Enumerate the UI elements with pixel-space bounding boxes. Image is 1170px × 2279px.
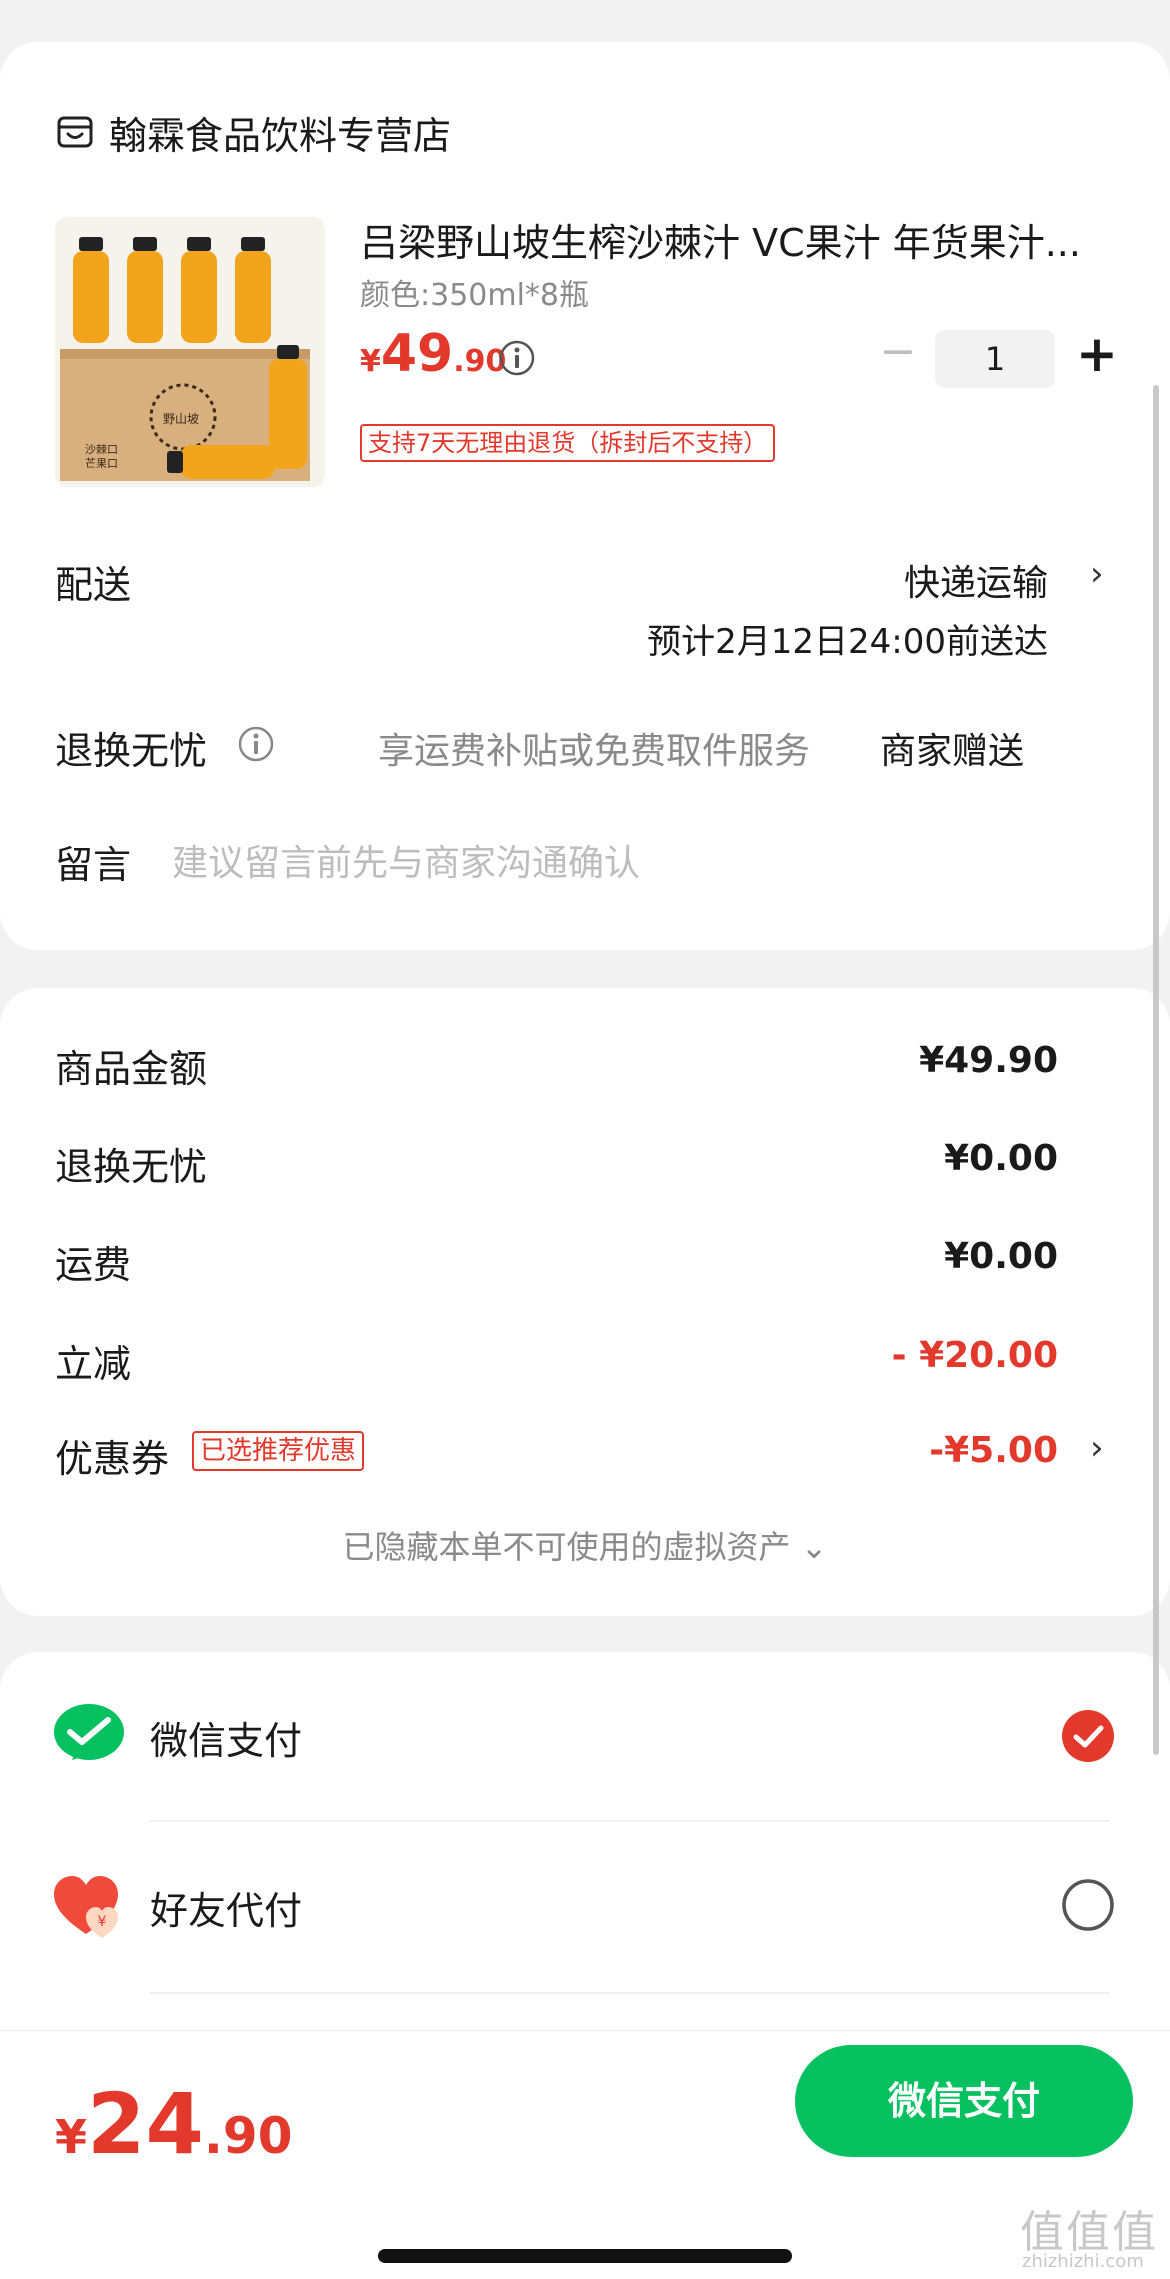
- delivery-eta: 预计2月12日24:00前送达: [647, 622, 1048, 662]
- checkout-footer: ¥ 24 .90 微信支付 值值值 zhizhizhi.com: [0, 2030, 1170, 2279]
- scrollbar[interactable]: [1153, 385, 1159, 1755]
- product-price: ¥ 49 .90: [360, 324, 506, 384]
- quantity-value[interactable]: 1: [935, 330, 1055, 388]
- delivery-method[interactable]: 快递运输: [904, 554, 1048, 606]
- total-price: ¥ 24 .90: [55, 2075, 293, 2173]
- coupon-chevron-icon[interactable]: ›: [1090, 1428, 1104, 1468]
- summary-worry-free-label: 退换无忧: [55, 1145, 208, 1189]
- friend-pay-radio-icon[interactable]: [1061, 1878, 1115, 1932]
- product-image-side-label: 沙棘口 芒果口: [85, 443, 118, 470]
- quantity-plus-button[interactable]: +: [1072, 325, 1122, 383]
- coupon-label[interactable]: 优惠券: [55, 1428, 169, 1483]
- worry-free-value: 商家赠送: [880, 731, 1025, 772]
- worry-free-info-icon[interactable]: [237, 725, 275, 763]
- svg-text:¥: ¥: [98, 1914, 107, 1930]
- price-symbol: ¥: [360, 344, 381, 379]
- note-input[interactable]: 建议留言前先与商家沟通确认: [172, 834, 1072, 886]
- price-integer: 49: [380, 324, 454, 384]
- note-label: 留言: [55, 843, 132, 887]
- delivery-chevron-icon[interactable]: ›: [1090, 554, 1104, 594]
- summary-shipping-value: ¥0.00: [944, 1236, 1058, 1277]
- watermark-url: zhizhizhi.com: [1022, 2251, 1144, 2272]
- wechat-pay-label: 微信支付: [150, 1719, 303, 1763]
- price-info-icon[interactable]: [498, 339, 536, 377]
- total-decimal: .90: [203, 2107, 293, 2165]
- coupon-recommended-tag: 已选推荐优惠: [192, 1431, 365, 1471]
- wechat-pay-icon: [52, 1702, 126, 1768]
- friend-pay-label: 好友代付: [150, 1889, 303, 1933]
- total-integer: 24: [87, 2075, 204, 2173]
- store-name: 翰霖食品饮料专营店: [109, 113, 452, 158]
- worry-free-label: 退换无忧: [55, 729, 208, 773]
- product-spec[interactable]: 颜色:350ml*8瓶: [360, 270, 589, 314]
- friend-pay-heart-icon: ¥: [52, 1874, 128, 1940]
- order-item-card: 翰霖食品饮料专营店 野山坡 沙棘口 芒果口 吕梁野山坡生榨沙棘汁 VC果汁 年货…: [0, 42, 1170, 950]
- return-policy-tag: 支持7天无理由退货（拆封后不支持）: [360, 424, 776, 462]
- price-summary-card: 商品金额 ¥49.90 退换无忧 ¥0.00 运费 ¥0.00 立减 - ¥20…: [0, 988, 1170, 1616]
- product-image-box-label: 野山坡: [163, 412, 200, 426]
- total-symbol: ¥: [55, 2110, 88, 2164]
- product-image[interactable]: 野山坡 沙棘口 芒果口: [55, 217, 325, 487]
- worry-free-description: 享运费补贴或免费取件服务: [378, 731, 811, 772]
- summary-discount-value: - ¥20.00: [891, 1335, 1058, 1376]
- top-bar: [0, 0, 1170, 20]
- payment-divider-bottom: [150, 1992, 1110, 1994]
- hidden-assets-toggle[interactable]: 已隐藏本单不可使用的虚拟资产 ⌄: [0, 1522, 1170, 1568]
- summary-worry-free-value: ¥0.00: [944, 1138, 1058, 1179]
- summary-shipping-label: 运费: [55, 1243, 132, 1287]
- store-header[interactable]: 翰霖食品饮料专营店: [55, 107, 452, 158]
- product-title[interactable]: 吕梁野山坡生榨沙棘汁 VC果汁 年货果汁...: [360, 212, 1120, 267]
- coupon-value[interactable]: -¥5.00: [929, 1430, 1058, 1471]
- quantity-minus-button[interactable]: −: [878, 327, 918, 377]
- store-icon: [55, 112, 95, 152]
- summary-goods-label: 商品金额: [55, 1047, 208, 1091]
- delivery-label: 配送: [55, 563, 132, 607]
- wechat-pay-button[interactable]: 微信支付: [795, 2045, 1133, 2157]
- summary-discount-label: 立减: [55, 1342, 132, 1386]
- home-indicator: [378, 2249, 792, 2263]
- wechat-pay-selected-check-icon[interactable]: [1061, 1709, 1115, 1763]
- payment-divider: [150, 1820, 1110, 1822]
- summary-goods-value: ¥49.90: [919, 1040, 1058, 1081]
